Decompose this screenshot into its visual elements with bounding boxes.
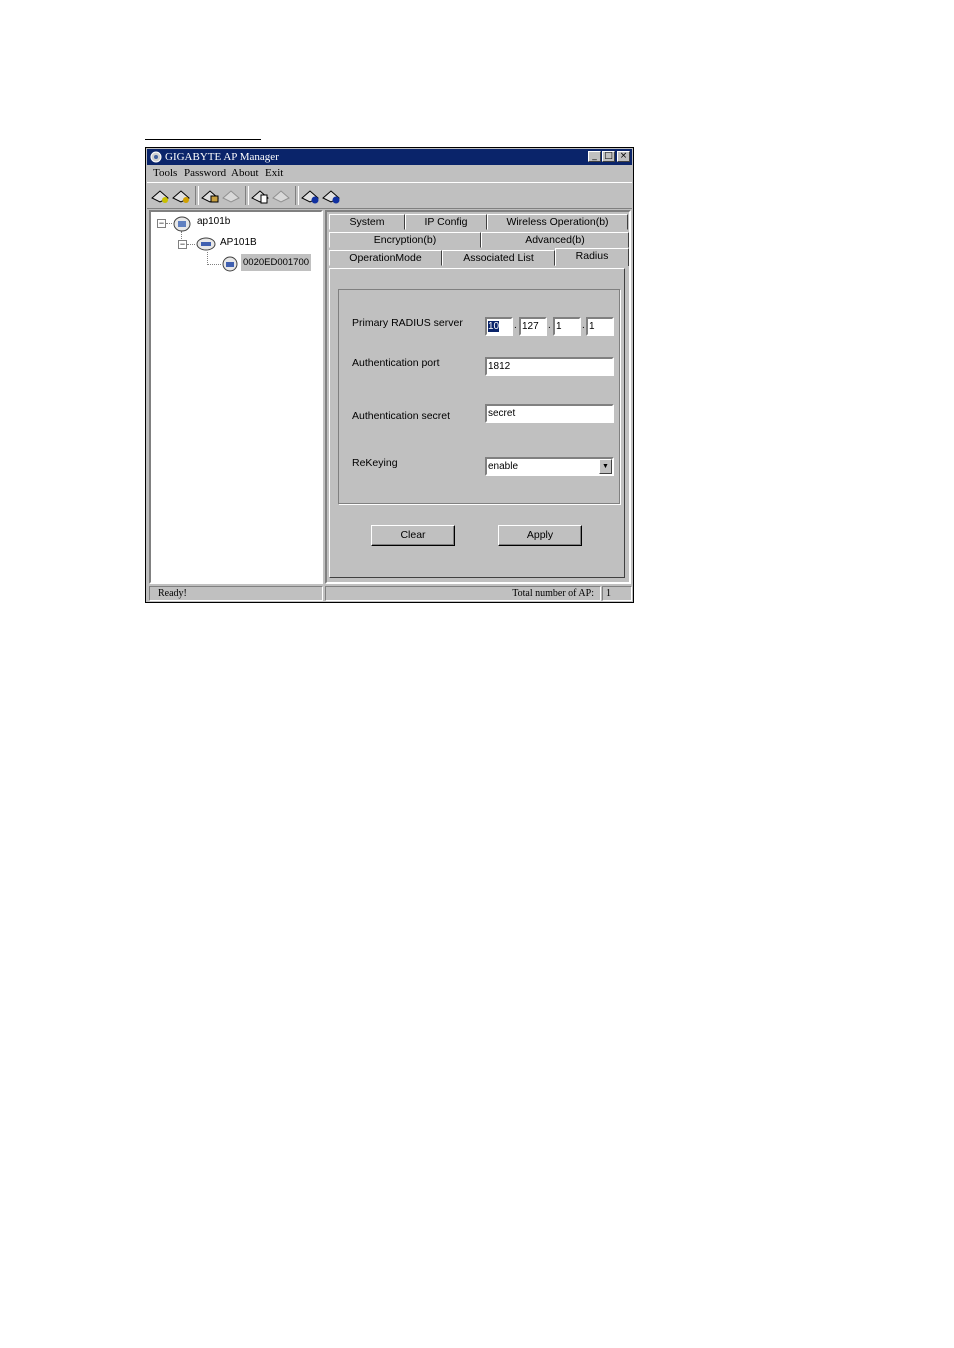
toolbar-separator xyxy=(295,186,299,205)
info-icon[interactable] xyxy=(321,186,342,205)
tab-advanced[interactable]: Advanced(b) xyxy=(481,232,629,248)
title-bar: GIGABYTE AP Manager _ □ × xyxy=(147,149,632,165)
rekeying-label: ReKeying xyxy=(352,457,398,469)
authentication-secret-input[interactable]: secret xyxy=(485,404,614,423)
refresh-icon[interactable] xyxy=(300,186,321,205)
toolbar-separator xyxy=(195,186,199,205)
tab-operation-mode[interactable]: OperationMode xyxy=(329,250,442,266)
rekeying-selected-value: enable xyxy=(488,461,519,472)
paste-config-icon xyxy=(272,190,290,203)
authentication-port-input[interactable]: 1812 xyxy=(485,357,614,376)
radius-ip-octet-2[interactable]: 127 xyxy=(519,317,547,336)
menu-about[interactable]: About xyxy=(231,167,259,179)
toolbar xyxy=(147,182,632,209)
status-bar: Ready! Total number of AP: 1 xyxy=(147,585,632,602)
radius-ip-octet-1[interactable]: 10 xyxy=(485,317,513,336)
tab-ip-config[interactable]: IP Config xyxy=(405,214,487,230)
maximize-button[interactable]: □ xyxy=(602,151,615,162)
document-rule xyxy=(145,139,261,140)
close-button[interactable]: × xyxy=(617,151,630,162)
upload-icon[interactable] xyxy=(200,186,221,205)
ap-manager-window: GIGABYTE AP Manager _ □ × Tools Password… xyxy=(145,147,634,603)
add-ap-icon[interactable] xyxy=(171,186,192,205)
access-point-icon xyxy=(196,237,216,251)
collapse-ap-toggle[interactable]: − xyxy=(178,240,187,249)
menu-tools[interactable]: Tools xyxy=(153,167,177,179)
tree-line xyxy=(207,264,221,265)
radius-ip-octet-1-text: 10 xyxy=(488,321,500,332)
ip-separator: . xyxy=(548,320,551,331)
menu-bar: Tools Password About Exit xyxy=(147,165,632,182)
authentication-secret-label: Authentication secret xyxy=(352,410,451,422)
tree-node-ap101b[interactable]: ap101b xyxy=(197,216,230,227)
ap-tree: − ap101b − AP101B 0020ED001700 xyxy=(149,210,323,584)
dropdown-arrow-icon[interactable]: ▼ xyxy=(599,459,612,474)
ip-separator: . xyxy=(582,320,585,331)
client-device-icon xyxy=(222,256,238,272)
radius-panel: Primary RADIUS server 10 . 127 . 1 . 1 A… xyxy=(329,268,625,578)
minimize-button[interactable]: _ xyxy=(588,151,601,162)
download-icon xyxy=(222,190,240,203)
toolbar-separator xyxy=(245,186,249,205)
window-title: GIGABYTE AP Manager xyxy=(165,151,279,163)
tree-node-ap101b-device[interactable]: AP101B xyxy=(220,237,257,248)
apply-button[interactable]: Apply xyxy=(498,525,582,546)
rekeying-select[interactable]: enable ▼ xyxy=(485,457,614,476)
tab-radius[interactable]: Radius xyxy=(555,248,629,266)
tab-wireless-operation[interactable]: Wireless Operation(b) xyxy=(487,214,628,230)
status-total-label: Total number of AP: xyxy=(325,586,601,601)
authentication-port-label: Authentication port xyxy=(352,357,440,369)
ip-separator: . xyxy=(514,320,517,331)
app-icon xyxy=(150,151,162,163)
status-total-value: 1 xyxy=(602,586,632,601)
collapse-root-toggle[interactable]: − xyxy=(157,219,166,228)
radius-ip-octet-3[interactable]: 1 xyxy=(553,317,581,336)
tab-system[interactable]: System xyxy=(329,214,405,230)
tree-line xyxy=(187,244,195,245)
primary-radius-label: Primary RADIUS server xyxy=(352,317,463,329)
menu-exit[interactable]: Exit xyxy=(265,167,283,179)
tab-associated-list[interactable]: Associated List xyxy=(442,250,555,266)
status-ready: Ready! xyxy=(149,586,323,601)
tree-node-client-mac[interactable]: 0020ED001700 xyxy=(241,254,312,271)
radius-ip-octet-4[interactable]: 1 xyxy=(586,317,614,336)
copy-config-icon[interactable] xyxy=(250,186,271,205)
tab-encryption[interactable]: Encryption(b) xyxy=(329,232,481,248)
menu-password[interactable]: Password xyxy=(184,167,226,179)
radius-group-box: Primary RADIUS server 10 . 127 . 1 . 1 A… xyxy=(338,289,620,504)
connect-ap-icon[interactable] xyxy=(150,186,171,205)
settings-panel: System IP Config Wireless Operation(b) E… xyxy=(325,210,631,584)
network-icon xyxy=(173,216,191,232)
clear-button[interactable]: Clear xyxy=(371,525,455,546)
